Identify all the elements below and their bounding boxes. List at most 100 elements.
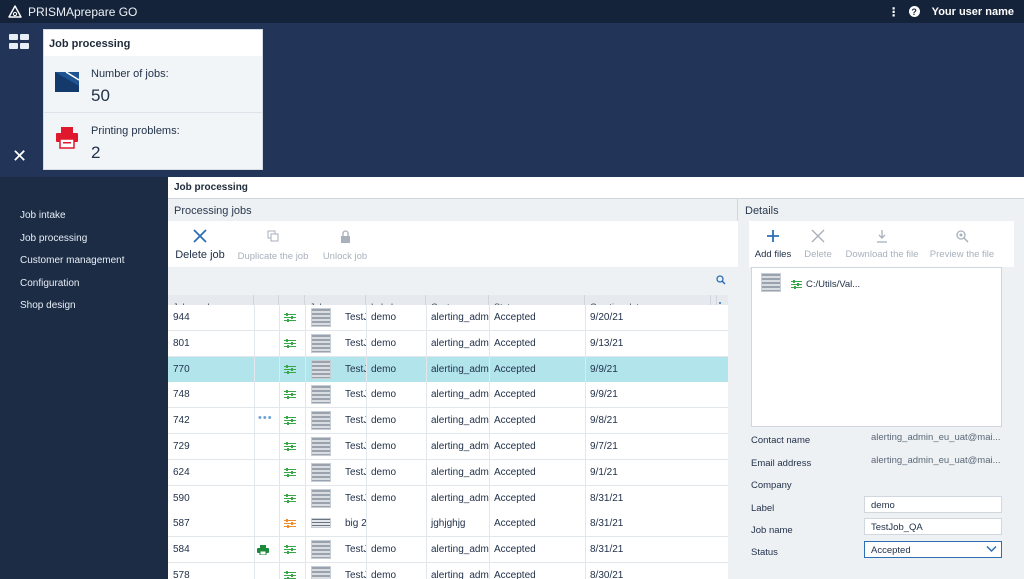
sidebar-item-configuration[interactable]: Configuration [20,278,79,289]
job-number-cell: 729 [173,441,190,452]
creation-date-cell: 8/31/21 [590,518,624,530]
file-path[interactable]: C:/Utils/Val... [806,279,860,290]
table-row[interactable]: 742 TestJ demo alerting_adm Accepted 9/8/21 ••… [168,408,728,435]
customer-cell: alerting_adm [431,415,489,427]
sidebar: Job intake Job processing Customer manag… [0,177,168,579]
status-cell: Accepted [494,441,536,452]
duplicate-job-button[interactable]: Duplicate the job [235,225,311,262]
sliders-icon[interactable] [284,571,296,579]
table-row[interactable]: 587 big 2 jghjghjg Accepted 8/31/21 [168,511,728,538]
download-file-button[interactable]: Download the file [841,225,923,260]
status-cell: Accepted [494,466,536,478]
more-menu-icon[interactable]: ⋮ [887,5,901,19]
job-name-cell: TestJ [345,544,366,556]
add-files-button[interactable]: Add files [751,225,795,260]
sliders-icon[interactable] [284,519,296,529]
search-icon[interactable] [716,275,726,285]
loading-dots-icon: ••• [258,412,273,425]
cell-divider [279,511,280,537]
label-cell: demo [371,389,397,401]
unlock-job-button[interactable]: Unlock job [320,225,370,262]
cell-divider [305,434,306,459]
sliders-icon[interactable] [284,467,296,477]
cell-divider [305,563,306,579]
sidebar-item-customer-management[interactable]: Customer management [20,255,125,266]
sidebar-item-job-processing[interactable]: Job processing [20,233,87,244]
label-field[interactable]: demo [864,496,1002,513]
cell-divider [305,485,306,511]
details-panel: Details Add files Delete Download the fi… [739,199,1024,579]
file-thumbnail[interactable] [761,273,781,292]
jobs-table: Job number Job na... Label Custo... Stat… [168,295,728,579]
status-cell: Accepted [494,415,536,427]
job-name-label: Job name [751,525,793,536]
sliders-icon[interactable] [284,313,296,322]
unlock-job-label: Unlock job [322,251,368,262]
customer-cell: alerting_adm [431,466,489,478]
job-thumbnail [311,385,331,405]
job-processing-widget: Job processing Number of jobs: 50 Printi… [43,29,263,170]
table-row[interactable]: 584 TestJ demo alerting_adm Accepted 8/31/21 [168,537,728,564]
table-row[interactable]: 801 TestJ demo alerting_adm Accepted 9/13/21 [168,330,728,357]
sidebar-item-job-intake[interactable]: Job intake [20,210,66,221]
widget-jobs-row[interactable]: Number of jobs: 50 [44,56,262,113]
sliders-icon[interactable] [284,416,296,426]
job-thumbnail [311,333,331,353]
cell-divider [254,408,255,434]
sliders-icon[interactable] [284,364,296,374]
cell-divider [254,330,255,356]
apps-grid-icon[interactable] [9,34,29,50]
job-number-cell: 587 [173,518,190,530]
help-icon[interactable]: ? [908,6,920,17]
table-row[interactable]: 944 TestJ demo alerting_adm Accepted 9/20/21 [168,305,728,331]
table-row[interactable]: 729 TestJ demo alerting_adm Accepted 9/7/21 [168,434,728,460]
table-row[interactable]: 770 TestJ demo alerting_adm Accepted 9/9/21 [168,356,728,383]
widget-problems-row[interactable]: Printing problems: 2 [44,113,262,170]
sliders-icon[interactable] [284,545,296,555]
status-select[interactable]: Accepted [864,541,1002,558]
company-label: Company [751,480,792,491]
cell-divider [254,537,255,563]
table-row[interactable]: 624 TestJ demo alerting_adm Accepted 9/1/21 [168,459,728,486]
status-cell: Accepted [494,389,536,401]
sliders-icon[interactable] [284,338,296,348]
sliders-icon[interactable] [284,442,296,451]
printer-error-icon [56,127,78,149]
status-cell: Accepted [494,544,536,556]
user-name-button[interactable]: Your user name [932,6,1014,18]
sliders-icon[interactable] [284,390,296,400]
sliders-icon [791,280,802,289]
cell-divider [279,356,280,382]
table-row[interactable]: 578 TestJ demo alerting_adm Accepted 8/30/21 [168,563,728,579]
job-number-cell: 624 [173,466,190,478]
table-row[interactable]: 748 TestJ demo alerting_adm Accepted 9/9/21 [168,382,728,409]
printer-icon [257,545,269,556]
customer-cell: alerting_adm [431,570,489,579]
table-row[interactable]: 590 TestJ demo alerting_adm Accepted 8/31/21 [168,485,728,512]
cell-divider [279,408,280,434]
table-scrollbar[interactable] [728,295,738,579]
cell-divider [279,459,280,485]
processing-jobs-panel: Processing jobs Delete job Duplicate the… [168,199,738,579]
label-cell: demo [371,337,397,349]
creation-date-cell: 8/31/21 [590,544,624,556]
cell-divider [279,305,280,330]
table-search-row [168,267,738,295]
contact-name-label: Contact name [751,435,811,446]
customer-cell: alerting_adm [431,337,489,349]
delete-file-button[interactable]: Delete [799,225,837,260]
status-cell: Accepted [494,312,536,323]
job-number-cell: 584 [173,544,190,556]
cell-divider [305,511,306,537]
label-cell: demo [371,466,397,478]
job-name-field[interactable]: TestJob_QA [864,518,1002,535]
job-name-cell: TestJ [345,312,366,323]
jobs-toolbar: Delete job Duplicate the job Unlock job [168,221,738,267]
label-cell: demo [371,312,397,323]
close-icon[interactable]: ✕ [12,147,27,165]
delete-job-button[interactable]: Delete job [174,225,226,261]
preview-file-button[interactable]: Preview the file [927,225,997,260]
sliders-icon[interactable] [284,493,296,503]
sidebar-item-shop-design[interactable]: Shop design [20,300,76,311]
customer-cell: jghjghjg [431,518,466,530]
